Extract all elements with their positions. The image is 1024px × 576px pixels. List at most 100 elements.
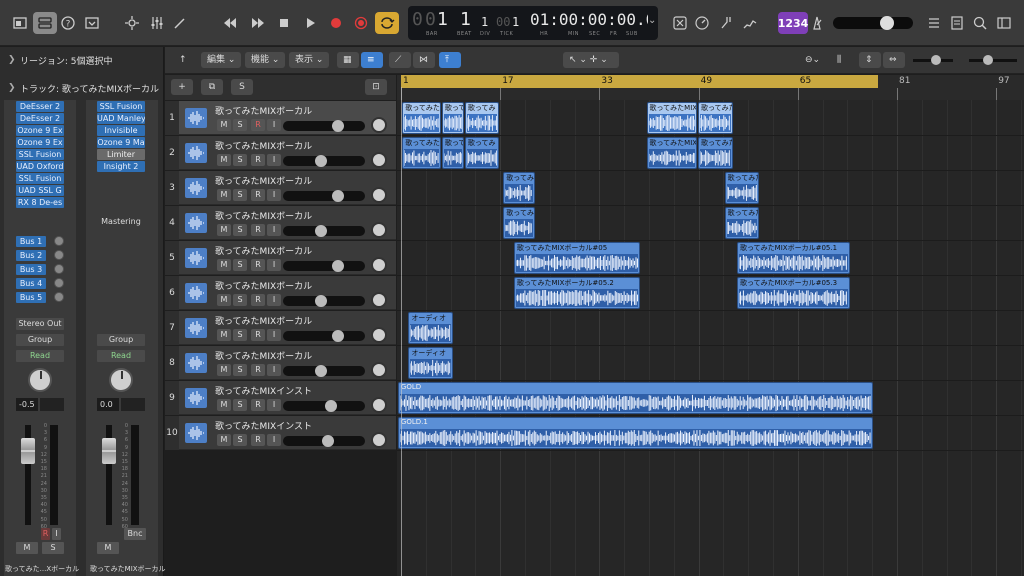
record-enable-button[interactable]: R	[251, 294, 265, 306]
record-enable-button[interactable]: R	[251, 329, 265, 341]
inspector-icon[interactable]	[33, 12, 57, 34]
input-monitor-button[interactable]: I	[267, 259, 281, 271]
record-icon[interactable]	[325, 12, 347, 34]
library-icon[interactable]	[8, 12, 32, 34]
audio-region[interactable]: 歌ってみ	[464, 102, 499, 134]
track-volume-slider[interactable]	[283, 365, 365, 377]
track-pan-knob[interactable]	[371, 117, 387, 133]
playhead[interactable]	[401, 87, 402, 576]
pointer-tool-menu[interactable]: ↖ ⌄ ✛ ⌄	[563, 52, 619, 68]
audio-track-icon[interactable]	[185, 108, 207, 128]
track-header[interactable]: 3 歌ってみたMIXボーカル M S R I	[165, 171, 396, 205]
mute-button[interactable]: M	[97, 542, 119, 554]
mute-button[interactable]: M	[217, 294, 231, 306]
mute-button[interactable]: M	[217, 154, 231, 166]
mute-button[interactable]: M	[217, 119, 231, 131]
mute-button[interactable]: M	[217, 329, 231, 341]
group-slot[interactable]: Group	[16, 334, 64, 346]
track-pan-knob[interactable]	[371, 397, 387, 413]
volume-fader-handle[interactable]	[102, 438, 116, 464]
solo-button[interactable]: S	[233, 364, 247, 376]
input-monitor-button[interactable]: I	[267, 224, 281, 236]
record-enable-button[interactable]: R	[251, 399, 265, 411]
track-volume-slider[interactable]	[283, 435, 365, 447]
track-volume-knob[interactable]	[321, 435, 334, 447]
track-volume-slider[interactable]	[283, 225, 365, 237]
mute-button[interactable]: M	[217, 364, 231, 376]
send-level-knob[interactable]	[54, 278, 64, 288]
automation-mode[interactable]: Read	[16, 350, 64, 362]
mixer-icon[interactable]	[145, 12, 169, 34]
cycle-icon[interactable]	[375, 12, 399, 34]
count-in-badge[interactable]: 1234	[778, 12, 808, 34]
send-slot[interactable]: Bus 4	[16, 278, 46, 289]
plugin-slot[interactable]: UAD SSL G	[16, 185, 64, 196]
flex-icon[interactable]: ⋈	[413, 52, 435, 68]
editors-icon[interactable]	[168, 12, 192, 34]
audio-region[interactable]: GOLD	[397, 382, 874, 414]
audio-region[interactable]: 歌ってみた	[724, 172, 760, 204]
solo-button[interactable]: S	[233, 189, 247, 201]
audio-region[interactable]: 歌ってみたM	[402, 137, 442, 169]
tuning-fork-icon[interactable]	[713, 12, 737, 34]
count-in-icon[interactable]	[738, 12, 762, 34]
more-options-icon[interactable]: ⊖⌄	[799, 52, 825, 68]
solo-button[interactable]: S	[233, 119, 247, 131]
volume-value[interactable]: -0.5	[16, 398, 38, 411]
bar-ruler[interactable]: 1 17 33 49 65 81 97	[397, 75, 1024, 100]
audio-track-icon[interactable]	[185, 318, 207, 338]
plugin-slot[interactable]: Limiter	[97, 149, 145, 160]
track-pan-knob[interactable]	[371, 327, 387, 343]
record-enable-button[interactable]: R	[251, 189, 265, 201]
track-volume-knob[interactable]	[314, 155, 327, 167]
mute-button[interactable]: M	[217, 259, 231, 271]
track-header[interactable]: 7 歌ってみたMIXボーカル M S R I	[165, 311, 396, 345]
solo-button[interactable]: S	[233, 294, 247, 306]
master-volume-slider[interactable]	[833, 16, 913, 30]
send-slot[interactable]: Bus 2	[16, 250, 46, 261]
track-volume-knob[interactable]	[314, 365, 327, 377]
audio-track-icon[interactable]	[185, 178, 207, 198]
global-solo-button[interactable]: S	[231, 79, 253, 95]
balance-knob[interactable]	[109, 368, 133, 392]
output-slot[interactable]: Stereo Out	[16, 318, 64, 330]
audio-region[interactable]: 歌ってみたMIXボーカル#05	[513, 242, 641, 274]
send-level-knob[interactable]	[54, 236, 64, 246]
track-header[interactable]: 8 歌ってみたMIXボーカル M S R I	[165, 346, 396, 380]
stop-icon[interactable]	[273, 12, 295, 34]
track-name[interactable]: 歌ってみたMIXボーカル	[215, 349, 312, 362]
track-header[interactable]: 4 歌ってみたMIXボーカル M S R I	[165, 206, 396, 240]
mute-button[interactable]: M	[217, 434, 231, 446]
plugin-slot[interactable]: RX 8 De-es	[16, 197, 64, 208]
track-header[interactable]: 9 歌ってみたMIXインスト M S R I	[165, 381, 396, 415]
track-name[interactable]: 歌ってみたMIXボーカル	[215, 104, 312, 117]
track-volume-slider[interactable]	[283, 330, 365, 342]
replace-icon[interactable]	[668, 12, 692, 34]
audio-region[interactable]: 歌ってみた	[697, 102, 733, 134]
mute-button[interactable]: M	[217, 224, 231, 236]
send-slot[interactable]: Bus 1	[16, 236, 46, 247]
track-name[interactable]: 歌ってみたMIXインスト	[215, 419, 312, 432]
track-name[interactable]: 歌ってみたMIXボーカル	[215, 314, 312, 327]
input-monitor-button[interactable]: I	[267, 294, 281, 306]
track-header[interactable]: 5 歌ってみたMIXボーカル M S R I	[165, 241, 396, 275]
solo-button[interactable]: S	[233, 154, 247, 166]
solo-button[interactable]: S	[42, 542, 64, 554]
solo-button[interactable]: S	[233, 434, 247, 446]
audio-region[interactable]: 歌ってみたMIX	[646, 137, 698, 169]
horizontal-zoom-slider[interactable]	[969, 55, 1017, 65]
play-icon[interactable]	[299, 12, 321, 34]
record-enable-button[interactable]: R	[251, 434, 265, 446]
capture-recording-icon[interactable]	[350, 12, 372, 34]
region-inspector-header[interactable]: ❯ リージョン: 5個選択中	[0, 47, 164, 73]
track-header[interactable]: 10 歌ってみたMIXインスト M S R I	[165, 416, 396, 450]
audio-region[interactable]: 歌ってみたMIXボーカル#05.1	[737, 242, 850, 274]
track-folder-icon[interactable]: ⊡	[365, 79, 387, 95]
track-pan-knob[interactable]	[371, 292, 387, 308]
lcd-display[interactable]: 0 0 1 1 1 00 1 01:00:00:00.00 BAR BEAT D…	[408, 6, 658, 40]
track-volume-knob[interactable]	[314, 225, 327, 237]
track-name[interactable]: 歌ってみたMIXボーカル	[215, 174, 312, 187]
track-pan-knob[interactable]	[371, 152, 387, 168]
horizontal-fit-icon[interactable]: ⇔	[883, 52, 905, 68]
audio-region[interactable]: 歌ってみ	[503, 207, 535, 239]
